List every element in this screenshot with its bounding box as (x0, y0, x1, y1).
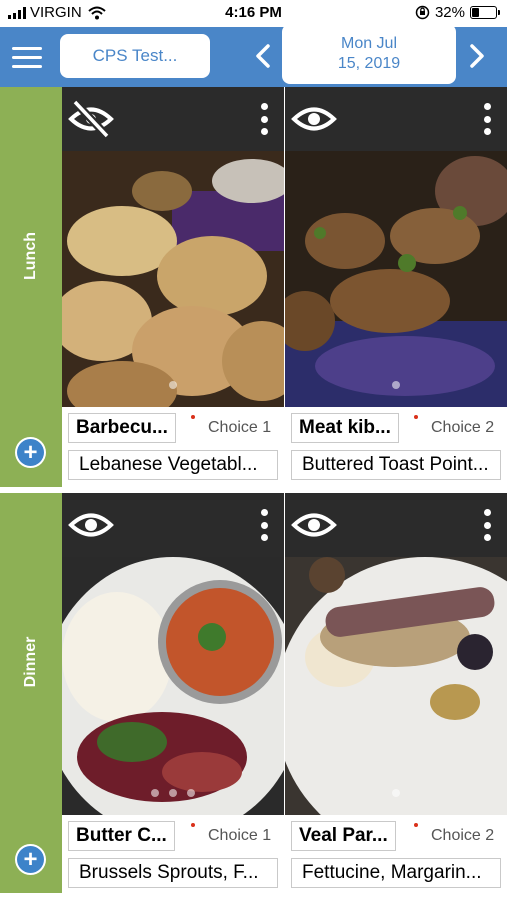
entree-name[interactable]: Meat kib... (291, 413, 399, 443)
required-indicator (414, 415, 418, 419)
plus-icon: + (17, 439, 44, 466)
side-dish[interactable]: Brussels Sprouts, F... (68, 858, 278, 888)
choice-label: Choice 1 (208, 827, 272, 844)
card-info: Barbecu... Choice 1 Lebanese Vegetabl... (62, 407, 284, 487)
chevron-left-icon (256, 44, 270, 68)
entree-name[interactable]: Butter C... (68, 821, 175, 851)
photo-pager (62, 789, 284, 797)
school-selector-button[interactable]: CPS Test... (60, 34, 210, 78)
entree-name[interactable]: Barbecu... (68, 413, 176, 443)
add-item-button[interactable]: + (15, 437, 46, 468)
card-info: Meat kib... Choice 2 Buttered Toast Poin… (285, 407, 507, 487)
food-photo[interactable] (285, 151, 507, 407)
next-day-button[interactable] (462, 41, 492, 71)
card-info: Veal Par... Choice 2 Fettucine, Margarin… (285, 815, 507, 893)
battery-percent: 32% (434, 4, 465, 21)
meal-sidebar-lunch: Lunch + (0, 87, 62, 487)
required-indicator (191, 415, 195, 419)
more-options-icon[interactable] (483, 103, 491, 135)
battery-icon (470, 6, 500, 19)
more-options-icon[interactable] (260, 509, 268, 541)
side-dish[interactable]: Lebanese Vegetabl... (68, 450, 278, 480)
required-indicator (191, 823, 195, 827)
date-weekday-month: Mon Jul (340, 35, 398, 52)
choice-label: Choice 2 (431, 419, 495, 436)
more-options-icon[interactable] (483, 509, 491, 541)
plus-icon: + (17, 846, 44, 873)
status-bar: VIRGIN 4:16 PM 32% (0, 0, 507, 27)
entree-name[interactable]: Veal Par... (291, 821, 396, 851)
card-info: Butter C... Choice 1 Brussels Sprouts, F… (62, 815, 284, 893)
side-dish[interactable]: Fettucine, Margarin... (291, 858, 501, 888)
menu-item-card[interactable]: Meat kib... Choice 2 Buttered Toast Poin… (285, 87, 507, 487)
side-dish[interactable]: Buttered Toast Point... (291, 450, 501, 480)
photo-pager (285, 381, 507, 389)
date-selector-button[interactable]: Mon Jul 15, 2019 (282, 24, 456, 84)
photo-pager (285, 789, 507, 797)
app-header: CPS Test... Mon Jul 15, 2019 (0, 24, 507, 87)
eye-icon[interactable] (68, 503, 114, 547)
choice-label: Choice 1 (208, 419, 272, 436)
eye-slash-icon[interactable] (68, 97, 114, 141)
required-indicator (414, 823, 418, 827)
food-photo[interactable] (62, 557, 284, 815)
add-item-button[interactable]: + (15, 844, 46, 875)
photo-pager (62, 381, 284, 389)
food-photo[interactable] (285, 557, 507, 815)
choice-label: Choice 2 (431, 827, 495, 844)
date-day-year: 15, 2019 (337, 55, 401, 72)
orientation-lock-icon (415, 5, 430, 20)
eye-icon[interactable] (291, 503, 337, 547)
previous-day-button[interactable] (248, 41, 278, 71)
meal-label: Lunch (22, 232, 39, 280)
food-photo[interactable] (62, 151, 284, 407)
menu-icon[interactable] (12, 39, 48, 75)
chevron-right-icon (470, 44, 484, 68)
menu-item-card[interactable]: Veal Par... Choice 2 Fettucine, Margarin… (285, 493, 507, 893)
menu-item-card[interactable]: Barbecu... Choice 1 Lebanese Vegetabl... (62, 87, 284, 487)
meal-row-lunch: Lunch + Barbecu... Choice 1 Lebanese Veg… (0, 87, 507, 487)
meal-label: Dinner (22, 636, 39, 688)
more-options-icon[interactable] (260, 103, 268, 135)
meal-row-dinner: Dinner + Butter C... Choice 1 Brussels S… (0, 493, 507, 893)
eye-icon[interactable] (291, 97, 337, 141)
menu-item-card[interactable]: Butter C... Choice 1 Brussels Sprouts, F… (62, 493, 284, 893)
status-right: 32% (415, 4, 500, 21)
meal-sidebar-dinner: Dinner + (0, 493, 62, 893)
